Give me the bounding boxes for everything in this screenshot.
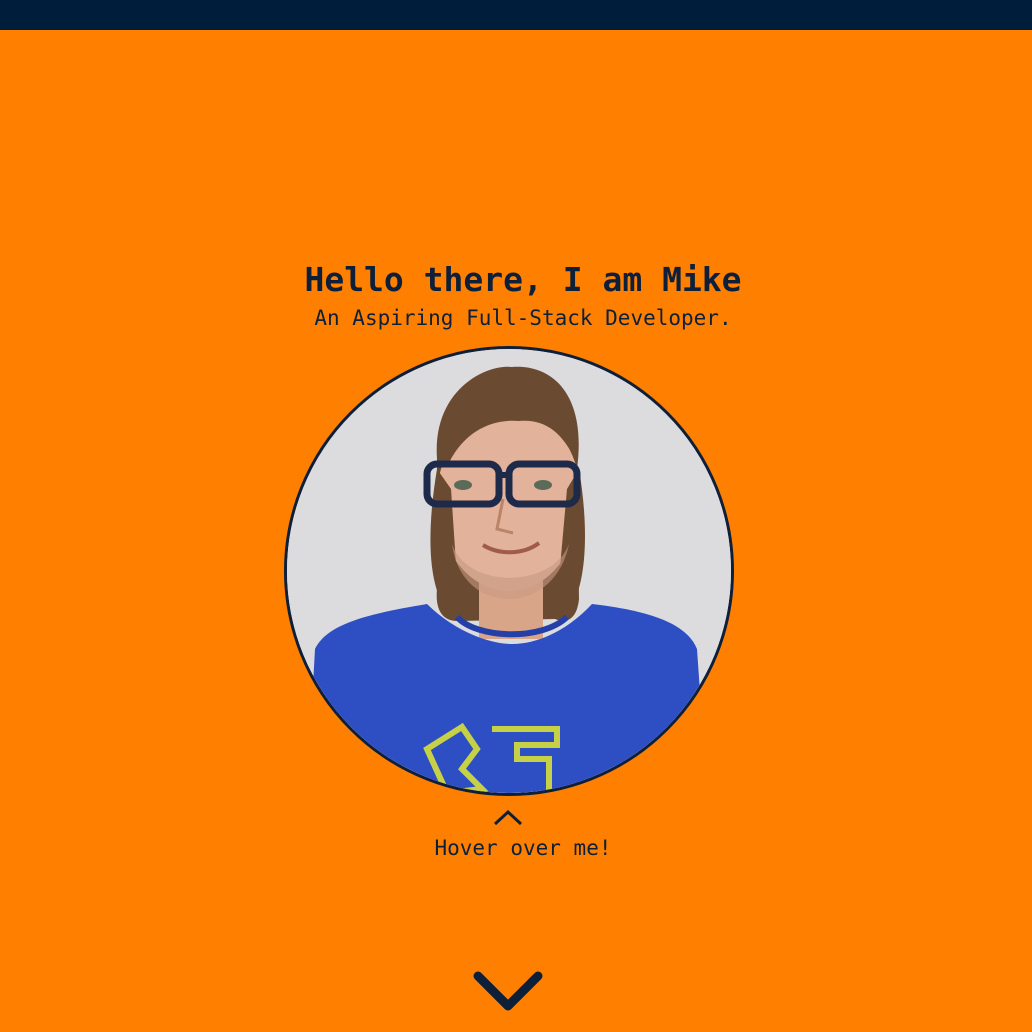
chevron-up-icon — [493, 809, 523, 826]
avatar-portrait — [287, 349, 731, 793]
page-title: Hello there, I am Mike — [304, 260, 742, 299]
hover-hint-text: Hover over me! — [434, 836, 612, 860]
scroll-down-chevron-icon[interactable] — [470, 968, 546, 1016]
avatar[interactable] — [284, 346, 734, 796]
top-navigation-bar — [0, 0, 1032, 30]
page-subtitle: An Aspiring Full-Stack Developer. — [314, 306, 732, 330]
